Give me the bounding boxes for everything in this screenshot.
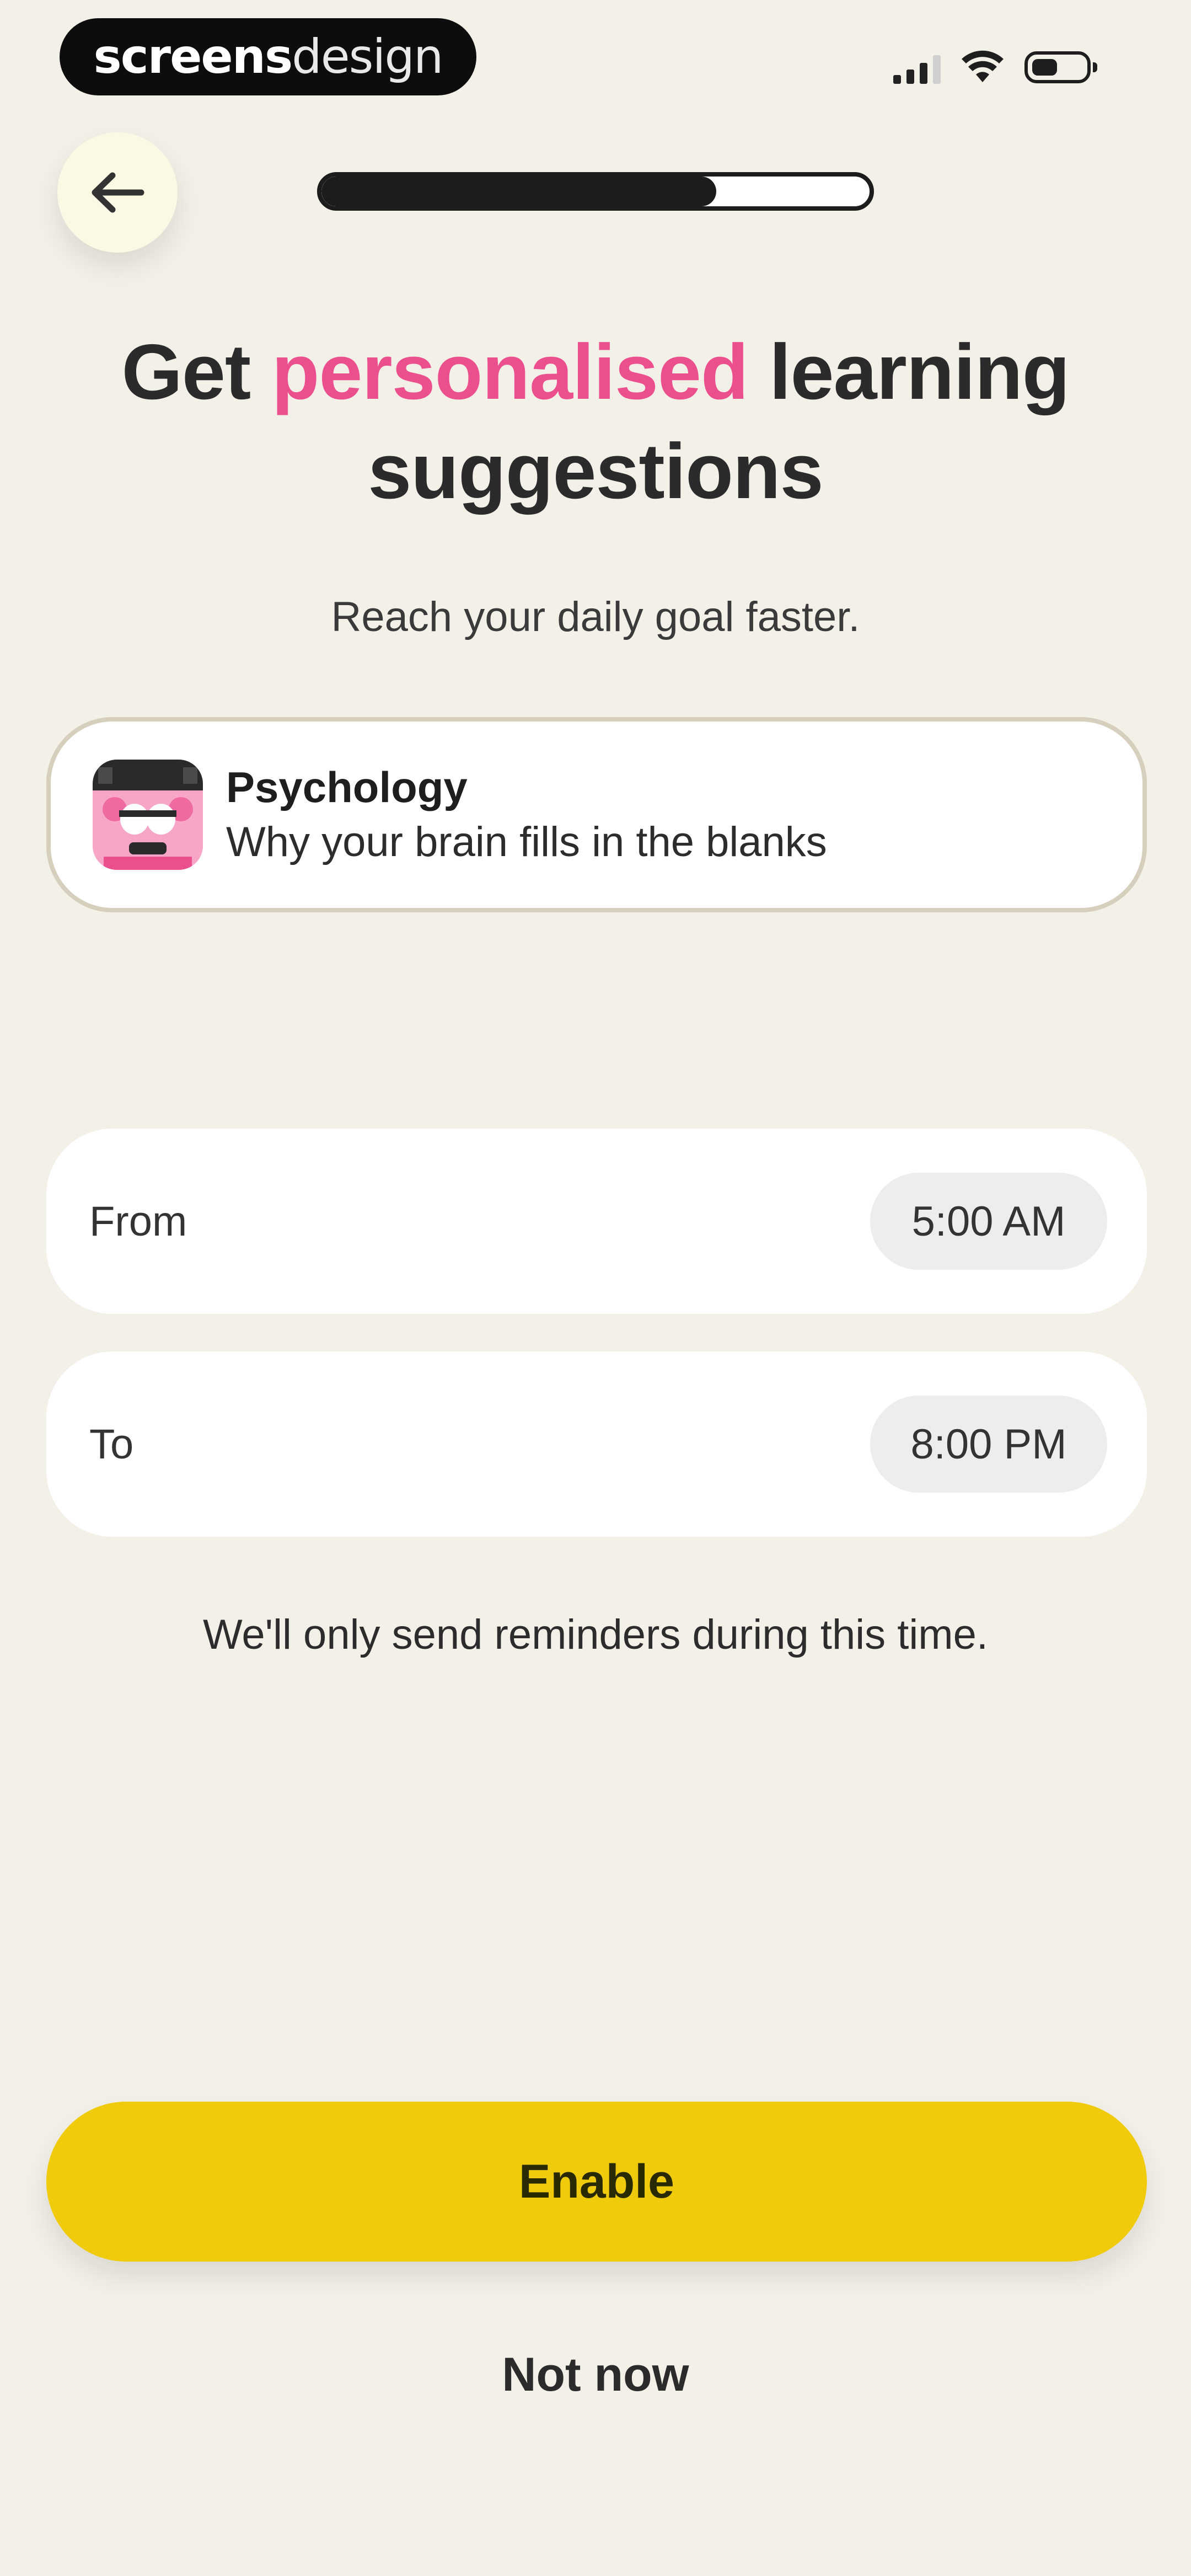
wifi-icon (962, 50, 1004, 82)
status-icons (893, 40, 1125, 95)
to-time-picker[interactable]: 8:00 PM (870, 1396, 1107, 1493)
reminder-note: We'll only send reminders during this ti… (203, 1611, 988, 1658)
progress-fill (321, 177, 716, 206)
battery-icon (1024, 51, 1097, 83)
onboarding-progress-bar (317, 172, 874, 211)
enable-button[interactable]: Enable (46, 2102, 1147, 2262)
screensdesign-logo: screens design (60, 18, 476, 95)
not-now-button[interactable]: Not now (375, 2339, 816, 2411)
page-title: Get personalised learning suggestions (44, 323, 1147, 521)
brain-character-icon (93, 760, 203, 870)
to-time-row[interactable]: To 8:00 PM (46, 1351, 1147, 1537)
title-accent-word: personalised (271, 328, 749, 416)
brand-bold-text: screens (93, 29, 293, 84)
arrow-left-icon (92, 172, 144, 213)
topic-suggestion-card: Psychology Why your brain fills in the b… (46, 717, 1147, 912)
from-time-picker[interactable]: 5:00 AM (870, 1173, 1107, 1270)
from-time-row[interactable]: From 5:00 AM (46, 1129, 1147, 1314)
signal-icon (893, 51, 941, 84)
topic-subtitle: Why your brain fills in the blanks (226, 819, 827, 865)
from-label: From (89, 1198, 187, 1245)
brand-light-text: design (292, 29, 443, 84)
back-button[interactable] (57, 132, 178, 253)
page-subtitle: Reach your daily goal faster. (331, 594, 860, 640)
title-part-1: Get (121, 328, 272, 416)
topic-title: Psychology (226, 763, 468, 811)
to-label: To (89, 1420, 134, 1468)
